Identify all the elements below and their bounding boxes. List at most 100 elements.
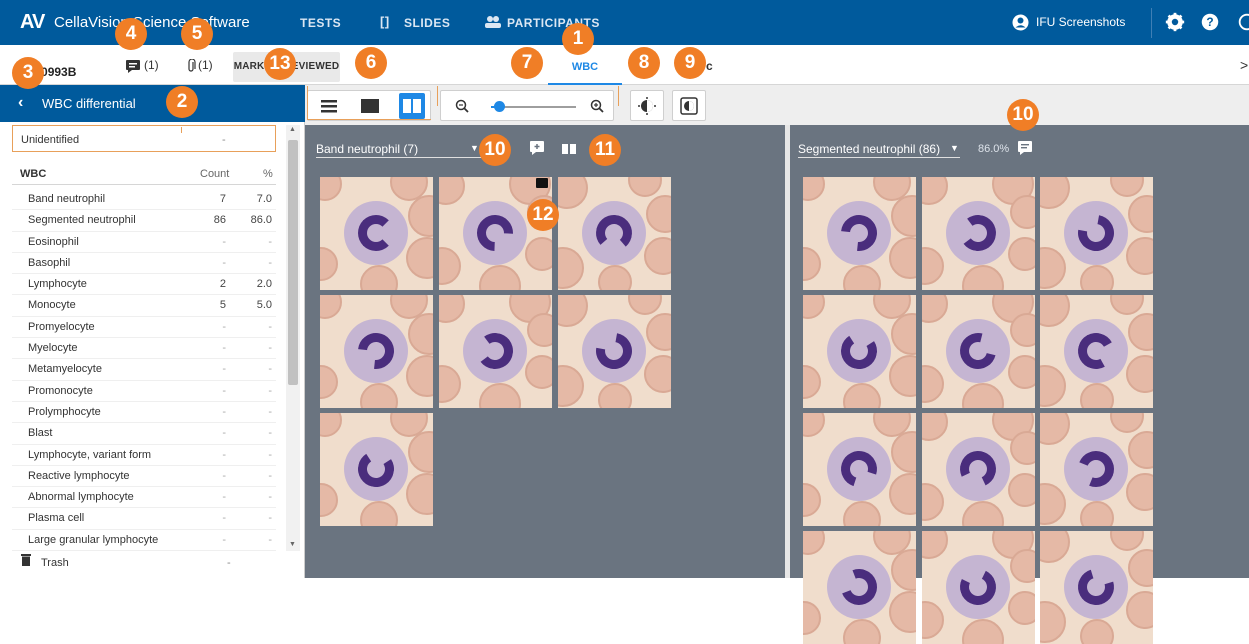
table-row[interactable]: Promonocyte - - [12, 381, 276, 402]
red-blood-cell [1008, 473, 1035, 507]
cell-type-name: Prolymphocyte [28, 405, 101, 418]
table-row[interactable]: Reactive lymphocyte - - [12, 466, 276, 488]
column-percent-header: % [263, 168, 273, 180]
red-blood-cell [889, 591, 916, 633]
cell-percent: - [268, 512, 272, 525]
comment-icon[interactable] [1018, 141, 1032, 155]
back-chevron-icon[interactable]: ‹ [18, 94, 23, 112]
nav-slides[interactable]: SLIDES [404, 16, 450, 30]
red-blood-cell [843, 383, 881, 408]
cell-comment-icon[interactable] [536, 178, 548, 188]
table-row[interactable]: Eosinophil - - [12, 232, 276, 253]
cell-thumbnail[interactable] [1040, 413, 1153, 526]
red-blood-cell [891, 431, 916, 473]
cell-count: - [222, 448, 226, 461]
tab-other[interactable]: c [706, 59, 713, 73]
white-blood-cell [1064, 201, 1128, 265]
table-row[interactable]: Basophil - - [12, 253, 276, 275]
table-row[interactable]: Band neutrophil 7 7.0 [12, 189, 276, 211]
chevron-down-icon[interactable]: ▼ [950, 143, 959, 153]
red-blood-cell [962, 619, 1004, 644]
red-blood-cell [527, 313, 552, 347]
cell-thumbnail[interactable] [803, 295, 916, 408]
nucleus [957, 212, 999, 254]
red-blood-cell [1110, 413, 1144, 433]
table-row[interactable]: Abnormal lymphocyte - - [12, 487, 276, 509]
attachment-count[interactable]: (1) [198, 58, 213, 72]
history-icon[interactable] [1236, 11, 1249, 33]
table-row[interactable]: Lymphocyte, variant form - - [12, 445, 276, 466]
gear-icon[interactable] [1164, 11, 1186, 33]
red-blood-cell [479, 383, 521, 408]
cell-thumbnail[interactable] [320, 413, 433, 526]
cell-thumbnail[interactable] [803, 177, 916, 290]
white-blood-cell [946, 201, 1010, 265]
red-blood-cell [922, 177, 948, 205]
cell-thumbnail[interactable] [803, 531, 916, 644]
cell-thumbnail[interactable] [320, 177, 433, 290]
cell-count: - [222, 342, 226, 355]
cell-type-name: Myelocyte [28, 342, 78, 355]
table-row[interactable]: Plasma cell - - [12, 508, 276, 530]
callout-badge: 1 [562, 23, 594, 55]
attachment-icon[interactable] [187, 59, 196, 73]
account-icon[interactable] [1012, 14, 1029, 31]
red-blood-cell [922, 601, 944, 639]
brightness-button[interactable] [634, 93, 660, 119]
red-blood-cell [803, 177, 825, 201]
cell-thumbnail[interactable] [439, 295, 552, 408]
cell-thumbnail[interactable] [922, 413, 1035, 526]
tab-wbc[interactable]: WBC [548, 55, 622, 85]
red-blood-cell [646, 313, 671, 351]
cell-thumbnail[interactable] [922, 295, 1035, 408]
cell-thumbnail[interactable] [922, 177, 1035, 290]
scroll-down-arrow-icon[interactable]: ▼ [289, 541, 296, 548]
white-blood-cell [344, 201, 408, 265]
cell-type-name: Metamyelocyte [28, 363, 102, 376]
cell-thumbnail[interactable] [439, 177, 552, 290]
cell-thumbnail[interactable] [922, 531, 1035, 644]
unidentified-row[interactable]: Unidentified - [12, 127, 276, 152]
red-blood-cell [1126, 355, 1153, 393]
scrollbar-thumb[interactable] [288, 140, 298, 385]
table-row[interactable]: Monocyte 5 5.0 [12, 295, 276, 317]
callout-outline [437, 86, 619, 106]
table-row[interactable]: Myelocyte - - [12, 338, 276, 360]
table-row[interactable]: Lymphocyte 2 2.0 [12, 274, 276, 296]
cell-percent: 2.0 [256, 278, 272, 291]
left-cell-pane: Band neutrophil (7) ▼ [305, 125, 785, 578]
cell-thumbnail[interactable] [320, 295, 433, 408]
table-row[interactable]: Segmented neutrophil 86 86.0 [12, 210, 276, 232]
white-blood-cell [463, 201, 527, 265]
cell-thumbnail[interactable] [1040, 531, 1153, 644]
table-row[interactable]: Promyelocyte - - [12, 317, 276, 339]
scroll-up-arrow-icon[interactable]: ▲ [289, 126, 296, 133]
white-blood-cell [946, 555, 1010, 619]
table-row[interactable]: Metamyelocyte - - [12, 359, 276, 381]
add-comment-icon[interactable] [530, 141, 544, 155]
user-name[interactable]: IFU Screenshots [1036, 15, 1125, 29]
comment-icon[interactable] [126, 60, 140, 73]
cell-thumbnail[interactable] [1040, 295, 1153, 408]
slide-toolbar: 3000993B (1) (1) MARK AS REVIEWED WBC c … [0, 45, 1249, 85]
cell-thumbnail[interactable] [803, 413, 916, 526]
left-category-select[interactable]: Band neutrophil (7) [316, 142, 418, 156]
table-row[interactable]: Large granular lymphocyte - - [12, 530, 276, 552]
right-category-select[interactable]: Segmented neutrophil (86) [798, 142, 940, 156]
comment-count[interactable]: (1) [144, 58, 159, 72]
cell-thumbnail[interactable] [1040, 177, 1153, 290]
nav-tests[interactable]: TESTS [300, 16, 341, 30]
red-blood-cell [922, 295, 948, 323]
red-blood-cell [360, 265, 398, 290]
table-row[interactable]: Blast - - [12, 423, 276, 445]
cell-thumbnail[interactable] [558, 295, 671, 408]
reference-book-icon[interactable] [561, 143, 577, 155]
help-icon[interactable]: ? [1199, 11, 1221, 33]
chevron-down-icon[interactable]: ▼ [470, 143, 479, 153]
nucleus [955, 564, 1001, 610]
color-adjust-button[interactable] [676, 93, 702, 119]
collapse-icon[interactable]: > [1240, 57, 1248, 73]
cell-thumbnail[interactable] [558, 177, 671, 290]
table-row[interactable]: Prolymphocyte - - [12, 402, 276, 424]
red-blood-cell [803, 365, 821, 399]
